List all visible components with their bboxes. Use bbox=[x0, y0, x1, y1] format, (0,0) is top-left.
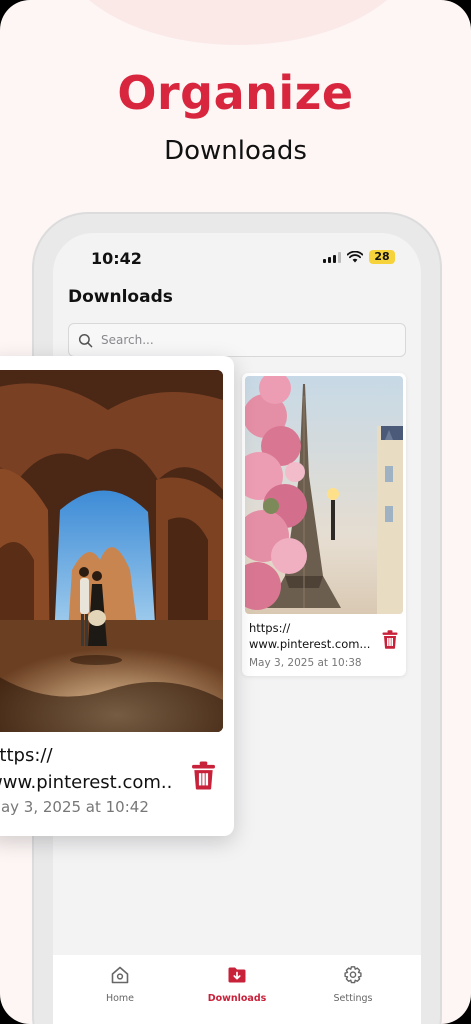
home-icon bbox=[111, 966, 129, 984]
hero-subtitle: Downloads bbox=[164, 136, 307, 166]
decorative-blob bbox=[58, 0, 418, 45]
status-time: 10:42 bbox=[91, 249, 142, 268]
wifi-icon bbox=[347, 251, 363, 263]
nav-item-settings[interactable]: Settings bbox=[313, 965, 393, 1004]
download-url[interactable]: https:// www.pinterest.com... bbox=[0, 742, 174, 796]
download-card-highlighted[interactable]: https:// www.pinterest.com... May 3, 202… bbox=[0, 356, 234, 836]
download-url[interactable]: https:// www.pinterest.com... bbox=[249, 620, 375, 652]
search-input[interactable]: Search... bbox=[68, 323, 406, 357]
eiffel-tower-flowers-photo[interactable] bbox=[245, 376, 403, 614]
promo-canvas: Organize Downloads 10:42 28 Downloads Se… bbox=[0, 0, 471, 1024]
trash-icon[interactable] bbox=[382, 630, 398, 649]
download-date: May 3, 2025 at 10:38 bbox=[249, 657, 362, 669]
nav-label-downloads: Downloads bbox=[207, 993, 267, 1004]
bottom-nav: Home Downloads Settings bbox=[53, 955, 421, 1024]
downloads-folder-icon bbox=[228, 967, 246, 983]
hero-title: Organize bbox=[117, 66, 354, 120]
download-card[interactable]: https:// www.pinterest.com... May 3, 202… bbox=[242, 373, 406, 676]
battery-indicator: 28 bbox=[369, 250, 395, 264]
cellular-signal-icon bbox=[323, 251, 341, 263]
trash-icon[interactable] bbox=[191, 761, 216, 790]
search-placeholder: Search... bbox=[101, 333, 154, 347]
screen-title: Downloads bbox=[68, 287, 173, 307]
status-icons: 28 bbox=[323, 250, 395, 264]
gear-icon bbox=[344, 966, 362, 984]
nav-item-downloads[interactable]: Downloads bbox=[197, 965, 277, 1004]
nav-label-home: Home bbox=[105, 993, 135, 1004]
cave-arch-couple-photo[interactable] bbox=[0, 370, 223, 732]
download-date: May 3, 2025 at 10:42 bbox=[0, 798, 149, 816]
nav-label-settings: Settings bbox=[333, 993, 373, 1004]
nav-item-home[interactable]: Home bbox=[80, 965, 160, 1004]
search-icon bbox=[78, 333, 93, 347]
